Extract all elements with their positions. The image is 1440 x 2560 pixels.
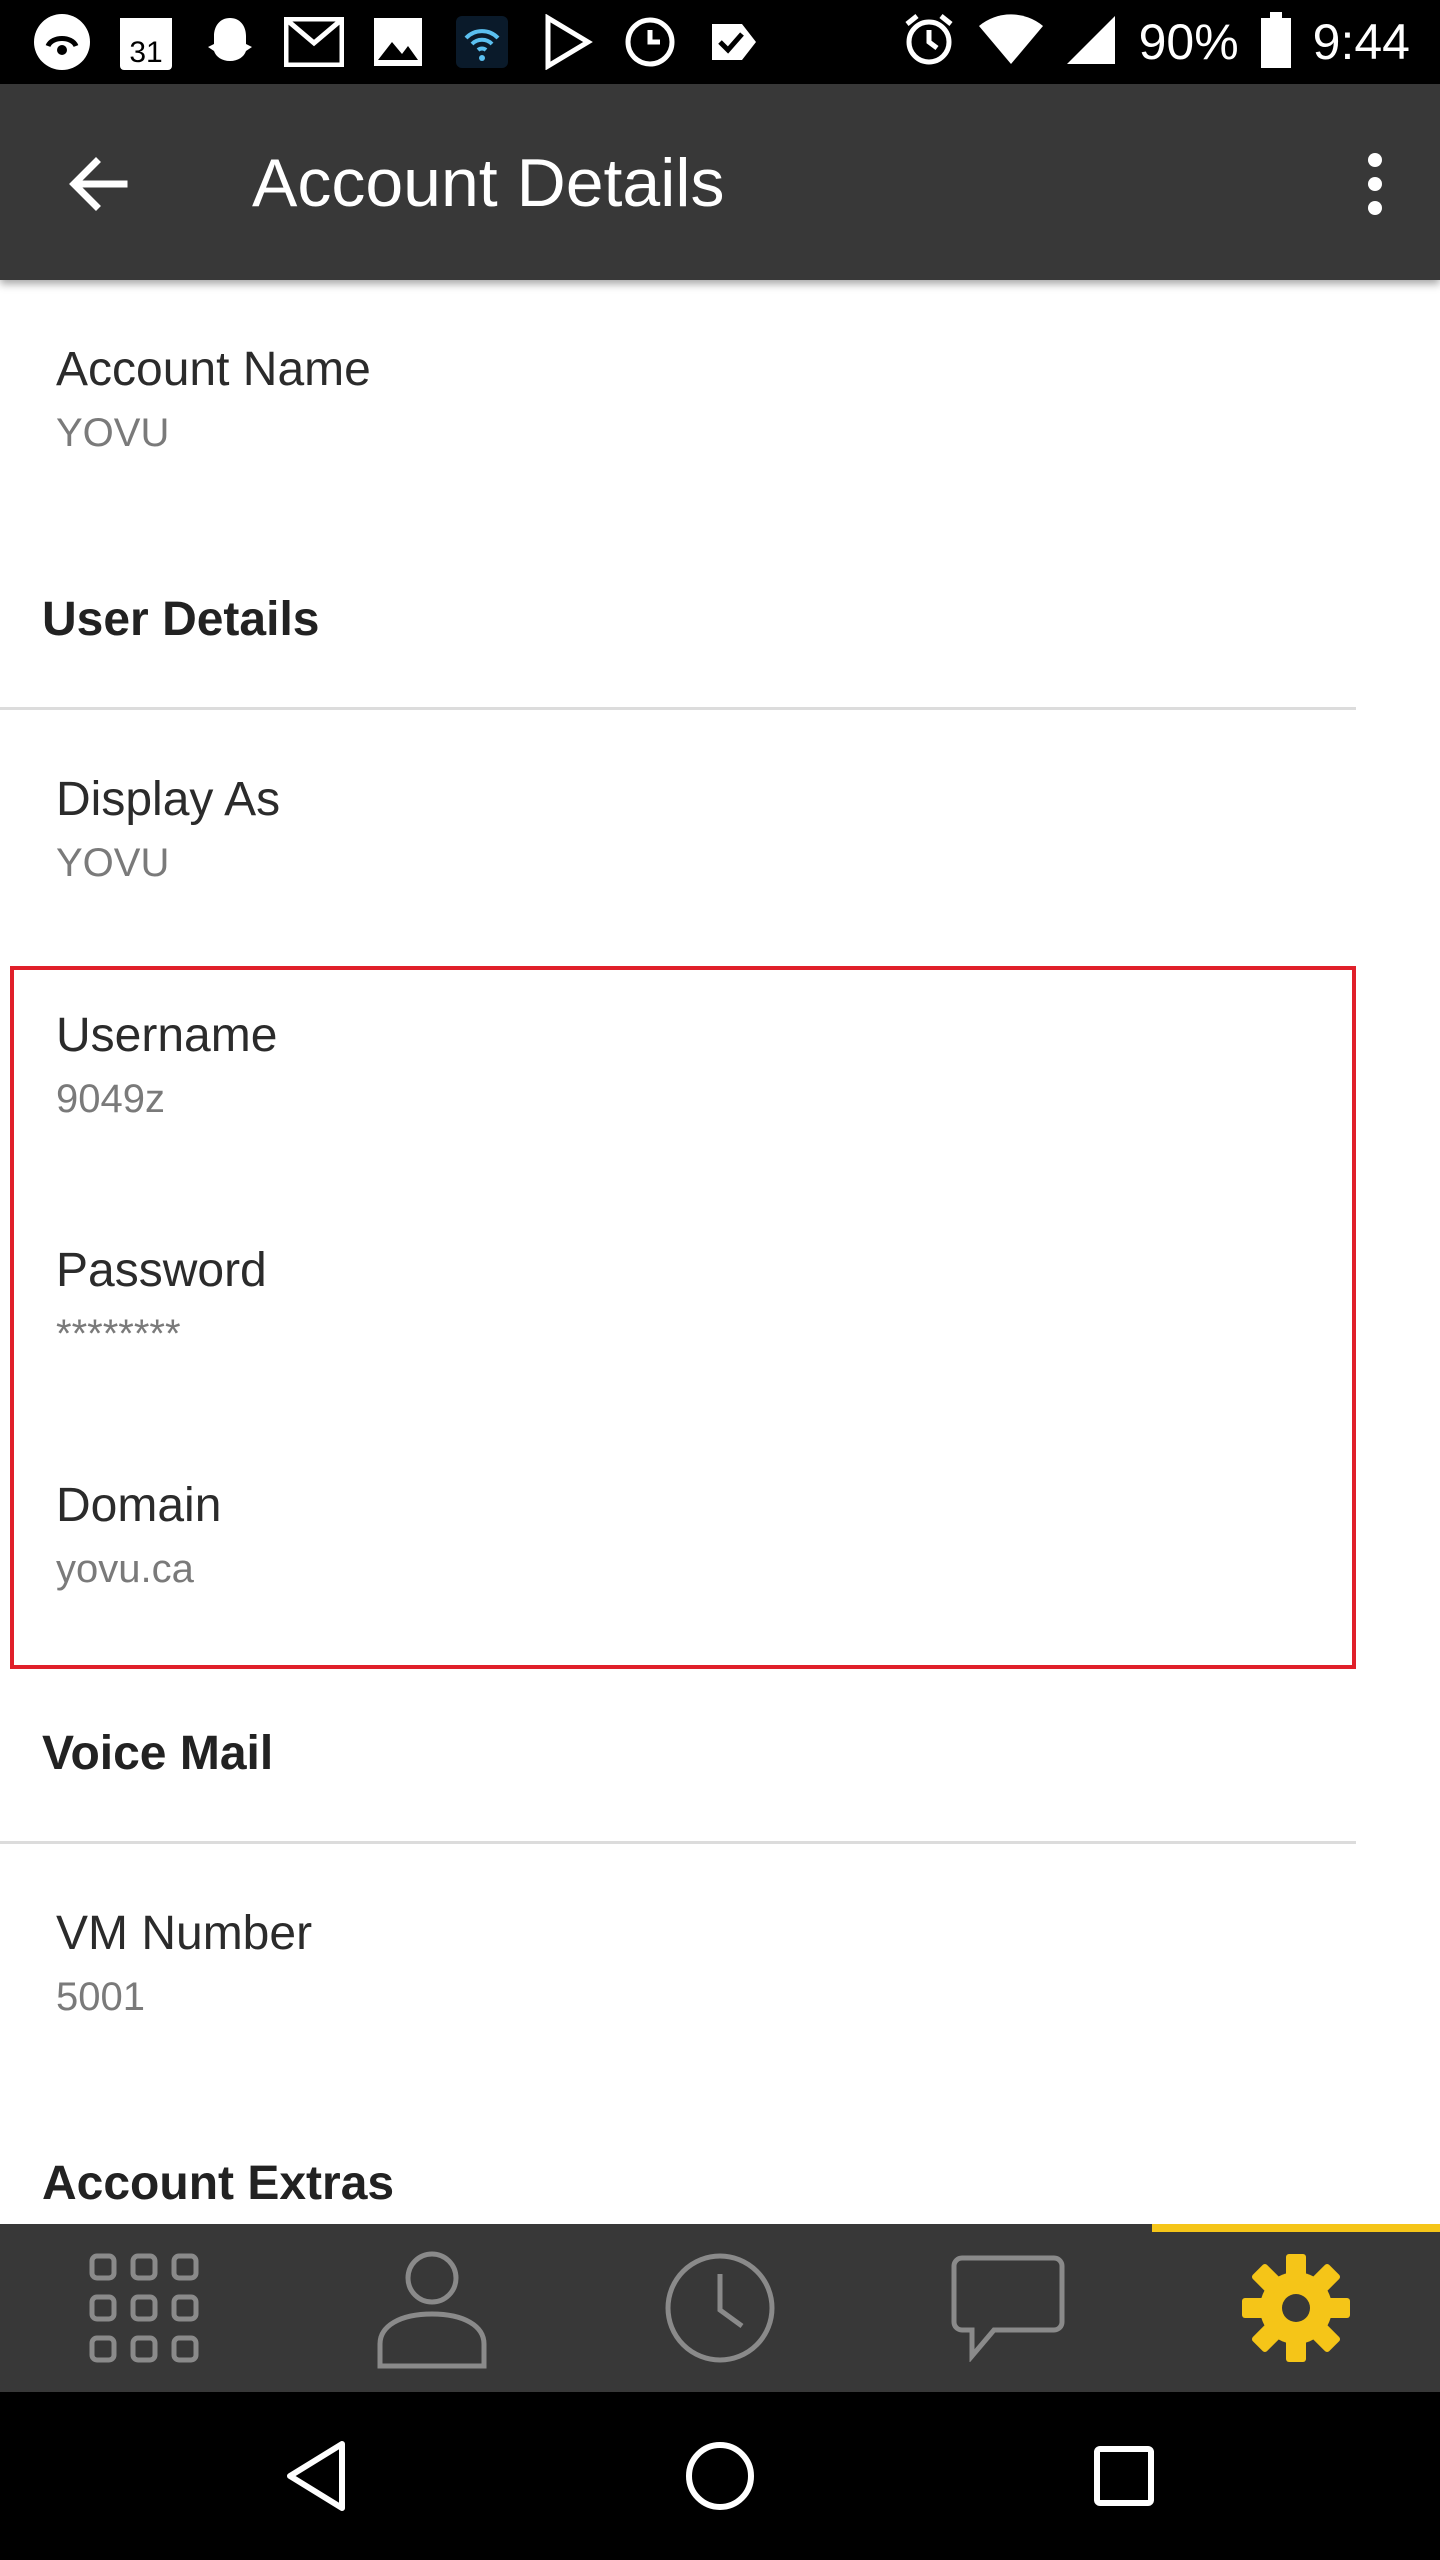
status-bar: 31 90% 9:44 xyxy=(0,0,1440,84)
play-icon xyxy=(534,10,598,74)
tab-messages[interactable] xyxy=(864,2224,1152,2392)
clock-icon xyxy=(618,10,682,74)
back-arrow-icon xyxy=(69,157,128,211)
snapchat-ghost-icon xyxy=(30,10,94,74)
wifi-icon xyxy=(978,13,1043,71)
nav-recents-button[interactable] xyxy=(1074,2426,1174,2526)
gmail-icon xyxy=(282,10,346,74)
back-button[interactable] xyxy=(48,134,148,234)
recents-square-icon xyxy=(1094,2446,1154,2506)
tab-contacts[interactable] xyxy=(288,2224,576,2392)
page-title: Account Details xyxy=(252,145,725,221)
back-triangle-icon xyxy=(287,2441,345,2511)
account-name-item[interactable]: Account Name YOVU xyxy=(56,342,371,456)
display-as-item[interactable]: Display As YOVU xyxy=(56,772,280,886)
notification-icons: 31 xyxy=(30,10,766,74)
contact-icon xyxy=(377,2251,487,2369)
overflow-menu-button[interactable] xyxy=(1330,134,1420,234)
bottom-tab-bar xyxy=(0,2224,1440,2392)
account-name-label: Account Name xyxy=(56,343,371,396)
wifi-calling-icon xyxy=(450,10,514,74)
snapchat-icon xyxy=(198,10,262,74)
tab-settings[interactable] xyxy=(1152,2224,1440,2392)
gear-icon xyxy=(1242,2254,1350,2362)
tab-dialpad[interactable] xyxy=(0,2224,288,2392)
divider xyxy=(0,707,1356,710)
clock-icon xyxy=(665,2253,775,2363)
voice-mail-header: Voice Mail xyxy=(42,1727,274,1780)
account-extras-header: Account Extras xyxy=(42,2157,395,2210)
domain-value: yovu.ca xyxy=(56,1547,194,1591)
battery-percent: 90% xyxy=(1138,14,1239,70)
display-as-label: Display As xyxy=(56,773,281,826)
domain-label: Domain xyxy=(56,1479,222,1532)
password-item[interactable]: Password ******** xyxy=(56,1243,267,1357)
app-toolbar: Account Details xyxy=(0,84,1440,280)
chat-bubble-icon xyxy=(951,2255,1065,2362)
gallery-icon xyxy=(366,10,430,74)
nav-back-button[interactable] xyxy=(266,2426,366,2526)
home-circle-icon xyxy=(686,2442,754,2510)
signal-icon xyxy=(1065,14,1117,71)
display-as-value: YOVU xyxy=(56,841,170,885)
password-value: ******** xyxy=(56,1312,181,1356)
user-details-header: User Details xyxy=(42,593,320,646)
system-navigation-bar xyxy=(0,2392,1440,2560)
domain-item[interactable]: Domain yovu.ca xyxy=(56,1478,221,1592)
username-label: Username xyxy=(56,1009,278,1062)
vm-number-label: VM Number xyxy=(56,1907,313,1960)
nav-home-button[interactable] xyxy=(670,2426,770,2526)
tab-history[interactable] xyxy=(576,2224,864,2392)
check-icon xyxy=(702,10,766,74)
clock-time: 9:44 xyxy=(1312,14,1410,70)
username-value: 9049z xyxy=(56,1077,165,1121)
username-item[interactable]: Username 9049z xyxy=(56,1008,277,1122)
divider xyxy=(0,1841,1356,1844)
dialpad-icon xyxy=(89,2253,199,2363)
vm-number-item[interactable]: VM Number 5001 xyxy=(56,1906,312,2020)
calendar-day: 31 xyxy=(129,36,162,69)
account-name-value: YOVU xyxy=(56,411,170,455)
battery-icon xyxy=(1260,11,1291,73)
system-status: 90% 9:44 xyxy=(901,0,1410,84)
password-label: Password xyxy=(56,1244,267,1297)
calendar-icon: 31 xyxy=(114,10,178,74)
overflow-menu-icon xyxy=(1368,153,1382,215)
alarm-icon xyxy=(901,12,957,73)
vm-number-value: 5001 xyxy=(56,1975,145,2019)
account-details-list[interactable]: Account Name YOVU User Details Display A… xyxy=(0,280,1440,2224)
